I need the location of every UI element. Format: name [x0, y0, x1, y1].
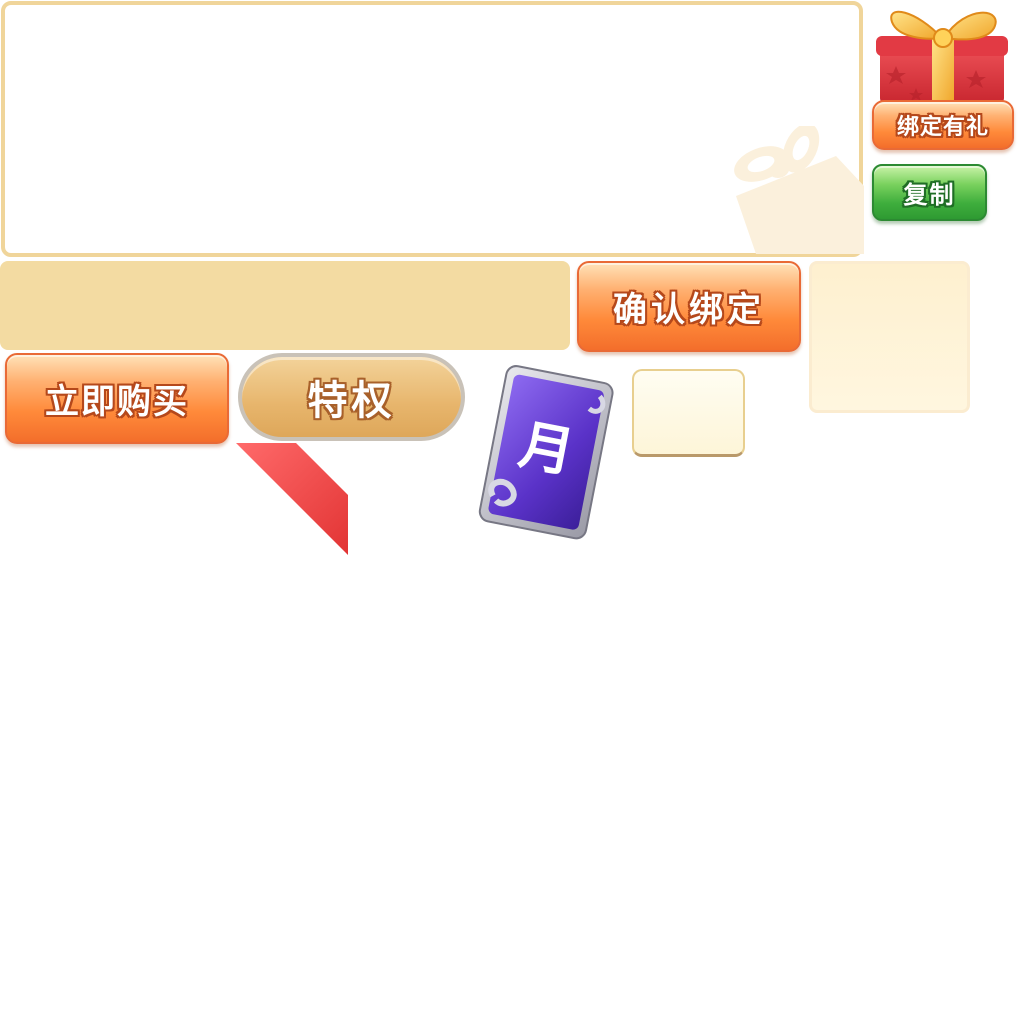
tooltip-box	[632, 369, 745, 457]
buy-now-button[interactable]: 立即购买	[5, 353, 229, 444]
item-slot-panel	[809, 261, 970, 413]
privilege-tab[interactable]: 特权	[238, 353, 465, 441]
gift-watermark-icon	[734, 126, 864, 254]
gift-box-icon	[876, 10, 1008, 104]
ribbon-corner-icon	[236, 443, 348, 555]
month-card-icon: 月	[478, 365, 614, 540]
confirm-bind-button[interactable]: 确认绑定	[577, 261, 801, 352]
bind-gift-button[interactable]: 绑定有礼	[872, 100, 1014, 150]
bind-code-input[interactable]	[0, 261, 570, 350]
copy-button[interactable]: 复制	[872, 164, 987, 221]
